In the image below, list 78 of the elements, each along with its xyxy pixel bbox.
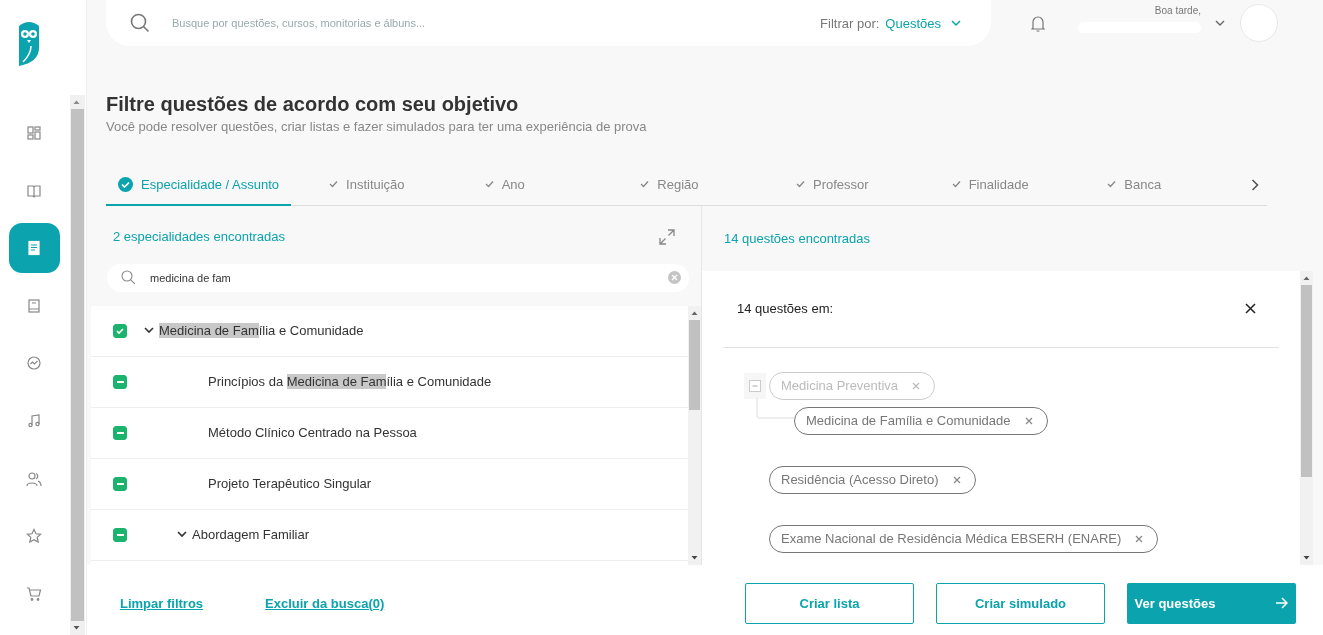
document-icon: [26, 240, 42, 257]
check-icon: [640, 180, 650, 189]
minus-box-icon: [749, 379, 761, 392]
check-icon: [951, 180, 961, 189]
check-circle-icon: [118, 176, 133, 192]
tree-row[interactable]: Princípios da Medicina de Família e Comunidade: [91, 356, 688, 408]
checkbox[interactable]: [113, 374, 127, 389]
remove-tag-button[interactable]: [1024, 416, 1033, 425]
search-input[interactable]: Busque por questões, cursos, monitorias e álbuns...: [170, 16, 821, 30]
scrollbar[interactable]: [1300, 270, 1313, 566]
results-count: 2 especialidades encontradas: [113, 229, 285, 245]
filter-tab[interactable]: Região: [628, 165, 784, 206]
tree-item-label: Projeto Terapêutico Singular: [208, 476, 372, 492]
search-icon: [121, 270, 136, 286]
scrollbar[interactable]: [70, 95, 85, 635]
bell-icon[interactable]: [1031, 14, 1045, 32]
connector-line: [756, 396, 794, 419]
star-icon: [26, 528, 42, 545]
filter-tab[interactable]: Ano: [472, 165, 629, 206]
card-title: 14 questões em:: [737, 301, 834, 317]
results-count: 14 questões encontradas: [724, 230, 870, 246]
tree-item-label: Método Clínico Centrado na Pessoa: [208, 425, 417, 441]
footer-link[interactable]: Excluir da busca(0): [265, 595, 385, 611]
check-icon: [329, 180, 339, 189]
search-field[interactable]: medicina de fam: [107, 263, 689, 292]
tree-row[interactable]: Medicina de Família e Comunidade: [91, 305, 688, 357]
page-title: Filtre questões de acordo com seu objetivo: [106, 92, 520, 116]
action-button[interactable]: Criar simulado: [936, 582, 1105, 624]
check-icon: [1107, 180, 1117, 189]
filter-tab[interactable]: Finalidade: [939, 165, 1096, 206]
footer-link[interactable]: Limpar filtros: [120, 595, 204, 611]
cart-icon: [26, 585, 42, 602]
chevron-icon[interactable]: [1215, 19, 1225, 27]
notebook-icon: [26, 297, 42, 314]
greeting-text: Boa tarde,: [1154, 5, 1201, 16]
arrow-icon: [1275, 597, 1289, 610]
remove-tag-button[interactable]: [1135, 534, 1144, 543]
tree-row[interactable]: Projeto Terapêutico Singular: [91, 458, 688, 510]
filter-tab[interactable]: Especialidade / Assunto: [106, 165, 292, 206]
action-button[interactable]: Criar lista: [745, 582, 914, 624]
chevron-icon[interactable]: [144, 327, 154, 335]
chevron-icon[interactable]: [177, 531, 187, 539]
action-button[interactable]: Ver questões: [1127, 582, 1296, 624]
filter-tab[interactable]: Banca: [1095, 165, 1251, 206]
clear-icon[interactable]: [668, 271, 681, 285]
checkbox[interactable]: [113, 425, 127, 440]
tree-row[interactable]: Método Clínico Centrado na Pessoa: [91, 407, 688, 459]
remove-tag-button[interactable]: [912, 381, 921, 390]
collapse-button[interactable]: [744, 372, 766, 399]
remove-tag-button[interactable]: [952, 475, 961, 484]
nav-item[interactable]: [8, 223, 60, 274]
grid-icon: [26, 125, 42, 141]
music-note-icon: [26, 412, 42, 429]
check-icon: [796, 180, 805, 189]
check-icon: [115, 325, 125, 336]
tree-row[interactable]: Abordagem Familiar: [91, 509, 688, 561]
close-icon[interactable]: [1245, 303, 1256, 315]
gauge-icon: [26, 355, 42, 372]
checkbox[interactable]: [113, 476, 127, 491]
people-icon: [26, 470, 42, 487]
scrollbar[interactable]: [688, 305, 701, 566]
filter-tab[interactable]: Instituição: [317, 165, 473, 206]
expand-icon[interactable]: [659, 228, 675, 245]
owl-logo[interactable]: [17, 20, 41, 66]
book-icon: [26, 182, 42, 199]
tree-item-label: Medicina de Família e Comunidade: [159, 323, 364, 339]
checkbox[interactable]: [113, 323, 127, 338]
tree-item-label: Abordagem Familiar: [192, 527, 310, 543]
checkbox[interactable]: [113, 527, 127, 542]
filter-tab[interactable]: Professor: [784, 165, 940, 206]
search-icon[interactable]: [130, 13, 150, 33]
tree-item-label: Princípios da Medicina de Família e Comunidade: [208, 374, 492, 390]
filter-label: Filtrar por:: [820, 15, 880, 31]
page-subtitle: Você pode resolver questões, criar listas e fazer simulados para ter uma experiência de prova: [106, 118, 648, 136]
search-input[interactable]: medicina de fam: [148, 270, 668, 285]
check-icon: [484, 180, 494, 189]
filter-dropdown[interactable]: Questões: [885, 15, 941, 31]
search-field[interactable]: Busque por questões, cursos, monitorias e álbuns... Filtrar por: Questões: [106, 0, 991, 46]
